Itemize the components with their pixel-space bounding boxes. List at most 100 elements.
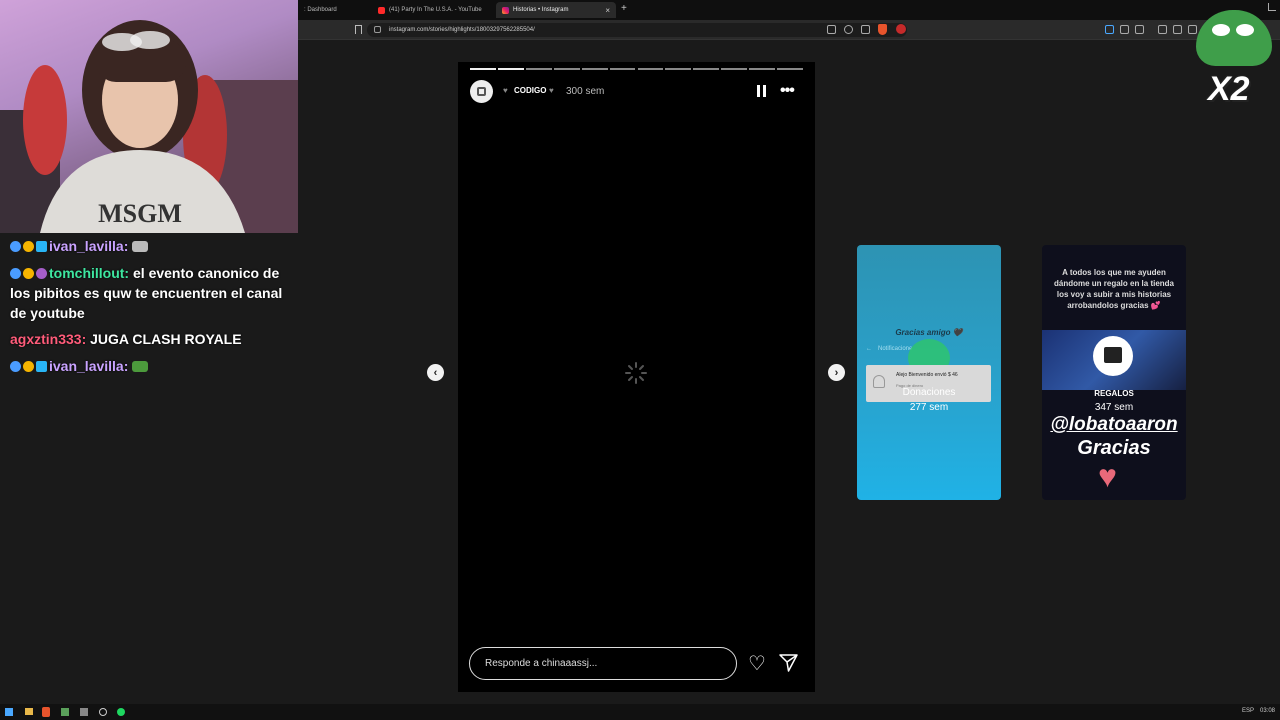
sword-badge-icon [10,268,21,279]
gift-icon [1093,336,1133,376]
tab-label: Historias • Instagram [513,7,569,13]
sword-badge-icon [10,241,21,252]
story-username[interactable]: CODIGO [514,86,546,95]
star-badge-icon [36,268,47,279]
share-icon[interactable] [861,25,870,34]
pause-button[interactable] [757,85,767,97]
preview-time: 277 sem [909,402,949,413]
sub-badge-icon [23,361,34,372]
highlight-cover-icon [477,87,486,96]
preview-title: REGALOS [1094,389,1134,398]
chevron-left-icon: ‹ [433,366,438,379]
screenshot-icon[interactable] [1135,25,1144,34]
brave-browser-icon[interactable] [42,707,50,717]
puzzle-icon[interactable] [1120,25,1129,34]
preview-caption: Gracias amigo 🖤 [895,328,963,337]
cast-icon[interactable] [827,25,836,34]
new-tab-button[interactable]: + [621,3,627,14]
loading-spinner-icon [625,362,647,384]
rewards-icon[interactable] [896,24,906,34]
more-options-icon[interactable]: ••• [780,82,795,100]
extension-icon[interactable] [1105,25,1114,34]
music-icon[interactable] [1158,25,1167,34]
app-icon[interactable] [80,708,88,716]
url-text: instagram.com/stories/highlights/1800329… [389,27,535,33]
obs-icon[interactable] [99,708,107,716]
chat-message: agxztin333: JUGA CLASH ROYALE [10,329,292,349]
story-progress-segment [637,68,664,70]
story-progress-segment [777,68,803,70]
story-progress-segment [470,68,496,70]
send-icon[interactable] [779,654,798,672]
preview-title: Donaciones [902,387,956,398]
language-indicator[interactable]: ESP [1242,708,1254,714]
story-progress-segment [553,68,580,70]
notification-text: Alejo Bienvenido envió $ 46 [896,372,958,378]
webcam-feed: MSGM [0,0,298,233]
story-progress-segment [749,68,776,70]
preview-thanks: Gracias [1077,437,1151,459]
story-progress-segment [693,68,720,70]
os-taskbar: ESP 03:08 [0,704,1280,720]
tab-youtube[interactable]: (41) Party In The U.S.A. - YouTube [372,2,492,18]
chat-message: ivan_lavilla: [10,356,292,376]
chat-username[interactable]: tomchillout: [49,265,129,281]
wallet-icon[interactable] [1188,25,1197,34]
url-bar[interactable]: instagram.com/stories/highlights/1800329… [367,23,907,37]
windows-start-icon[interactable] [5,708,13,716]
story-preview-card[interactable]: Gracias amigo 🖤 ← Notificacione Alejo Bie… [857,245,1001,500]
sword-badge-icon [10,361,21,372]
system-clock[interactable]: 03:08 [1260,708,1275,714]
like-heart-icon[interactable]: ♡ [748,651,766,676]
heart-emoji-icon: ♥ [549,86,554,95]
next-story-button[interactable]: › [828,364,845,381]
gem-badge-icon [36,361,47,372]
svg-text:MSGM: MSGM [98,199,182,228]
site-info-icon[interactable] [374,26,381,33]
sidebar-icon[interactable] [1173,25,1182,34]
chat-text: JUGA CLASH ROYALE [90,331,242,347]
pause-icon [757,85,760,97]
tab-dashboard[interactable]: : Dashboard [298,2,372,18]
story-preview-card[interactable]: A todos los que me ayuden dándome un reg… [1042,245,1186,500]
multiplier-badge: X2 [1208,70,1250,108]
story-progress-segment [497,68,524,70]
story-progress-segment [581,68,608,70]
cat-emote-icon [132,241,149,252]
gem-badge-icon [36,241,47,252]
tab-label: : Dashboard [304,7,337,13]
chat-username[interactable]: ivan_lavilla: [49,238,128,254]
window-control-icon[interactable] [1268,3,1276,11]
reply-input[interactable]: Responde a chinaaassj... [469,647,737,680]
story-progress-segment [609,68,636,70]
reply-placeholder: Responde a chinaaassj... [485,658,598,669]
chat-message: ivan_lavilla: [10,236,292,256]
chat-username[interactable]: ivan_lavilla: [49,358,128,374]
chat-username[interactable]: agxztin333: [10,331,86,347]
tab-instagram[interactable]: Historias • Instagram × [496,2,616,18]
story-progress-segment [525,68,552,70]
spotify-icon[interactable] [117,708,125,716]
story-avatar[interactable] [470,80,493,103]
file-explorer-icon[interactable] [25,708,33,715]
streamer-image: MSGM [0,20,298,233]
tab-close-icon[interactable]: × [605,6,610,15]
heart-emoji-icon: ♥ [503,86,508,95]
app-icon[interactable] [61,708,69,716]
sub-badge-icon [23,268,34,279]
chat-message: tomchillout: el evento canonico de los p… [10,263,292,323]
preview-caption: A todos los que me ayuden dándome un reg… [1053,268,1175,310]
heart-icon: ♥ [1098,458,1117,494]
story-timestamp: 300 sem [566,86,605,97]
tab-label: (41) Party In The U.S.A. - YouTube [389,7,482,13]
story-progress-segment [721,68,748,70]
previous-story-button[interactable]: ‹ [427,364,444,381]
brave-shield-icon[interactable] [878,24,887,35]
bookmark-icon[interactable] [355,25,362,34]
preview-time: 347 sem [1094,402,1134,413]
sub-badge-icon [23,241,34,252]
zoom-icon[interactable] [844,25,853,34]
chevron-right-icon: › [834,366,839,379]
pepe-emote-icon [132,361,149,372]
story-progress-segment [665,68,692,70]
